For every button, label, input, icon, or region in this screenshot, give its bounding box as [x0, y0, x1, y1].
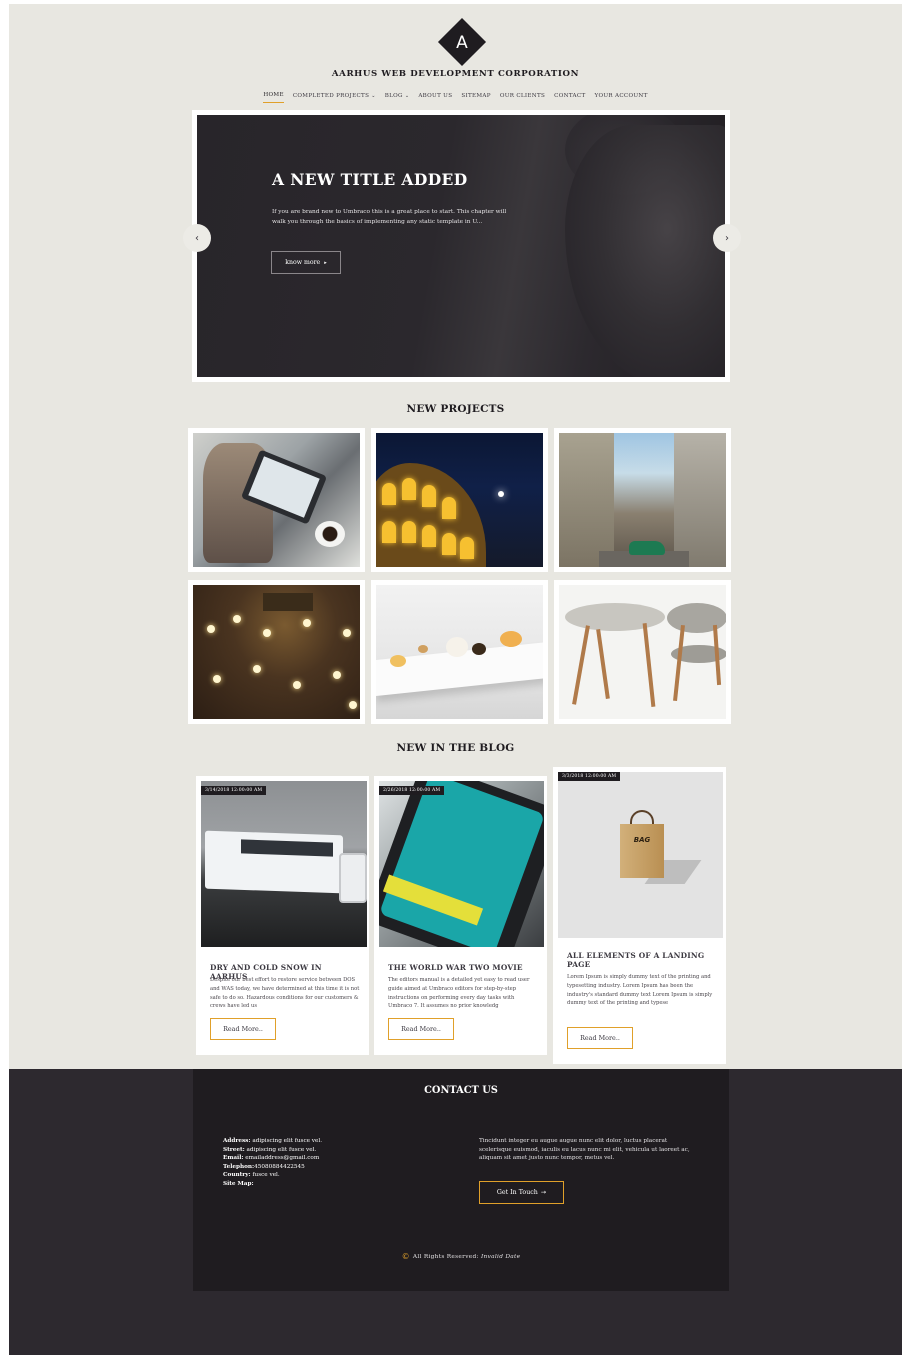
nav-home[interactable]: HOME [263, 92, 284, 103]
hero-slider: A NEW TITLE ADDED If you are brand new t… [192, 110, 730, 382]
blog-excerpt: The editors manual is a detailed yet eas… [388, 977, 530, 1010]
email-label: Email: [223, 1155, 244, 1162]
project-image-colosseum [376, 433, 543, 567]
street-value: adipiscing elit fusce vel. [246, 1146, 317, 1153]
project-image-tables [559, 585, 726, 719]
blog-card[interactable]: BAG 3/3/2018 12:00:00 AM ALL ELEMENTS OF… [553, 767, 726, 1064]
page-canvas: A AARHUS WEB DEVELOPMENT CORPORATION HOM… [9, 4, 902, 1355]
nav-our-clients[interactable]: OUR CLIENTS [500, 92, 545, 103]
blog-excerpt: Despite our best effort to restore servi… [210, 977, 360, 1010]
read-more-button[interactable]: Read More.. [567, 1027, 633, 1049]
nav-label: YOUR ACCOUNT [594, 92, 648, 99]
blog-image-phone [379, 781, 544, 947]
slide-background-cliff [565, 125, 725, 377]
telephone-value: 45080884422545 [254, 1163, 305, 1170]
projects-heading: NEW PROJECTS [406, 403, 505, 415]
nav-blog[interactable]: BLOG ⌄ [385, 92, 410, 103]
blog-card[interactable]: 2/26/2018 12:00:00 AM THE WORLD WAR TWO … [374, 776, 547, 1055]
project-image-food [376, 585, 543, 719]
address-label: Address: [223, 1138, 251, 1144]
slide-title: A NEW TITLE ADDED [272, 170, 468, 189]
project-image-concert [193, 585, 360, 719]
read-more-button[interactable]: Read More.. [388, 1018, 454, 1040]
know-more-label: know more [285, 259, 321, 266]
main-nav: HOME COMPLETED PROJECTS ⌄ BLOG ⌄ ABOUT US … [9, 92, 902, 103]
get-in-touch-button[interactable]: Get In Touch → [479, 1181, 564, 1204]
nav-contact[interactable]: CONTACT [554, 92, 585, 103]
nav-label: OUR CLIENTS [499, 92, 546, 99]
project-tile[interactable] [554, 580, 731, 724]
bag-label: BAG [633, 836, 651, 844]
date-badge: 2/26/2018 12:00:00 AM [379, 786, 445, 795]
blog-card[interactable]: 3/14/2018 12:00:00 AM DRY AND COLD SNOW … [196, 776, 369, 1055]
nav-label: SITEMAP [461, 92, 491, 99]
slide-text: If you are brand new to Umbraco this is … [272, 209, 507, 225]
chevron-right-icon: › [725, 232, 729, 244]
slider-next-button[interactable]: › [713, 224, 741, 252]
nav-label: HOME [263, 92, 284, 98]
nav-sitemap[interactable]: SITEMAP [461, 92, 491, 103]
street-label: Street: [223, 1146, 245, 1153]
slider-prev-button[interactable]: ‹ [183, 224, 211, 252]
project-image-tablet [193, 433, 360, 567]
copyright: © All Rights Reserved: Invalid Date [193, 1252, 729, 1261]
get-in-touch-label: Get In Touch [496, 1189, 538, 1196]
nav-label: BLOG [384, 92, 403, 99]
chevron-down-icon: ⌄ [371, 92, 376, 99]
project-tile[interactable] [188, 580, 365, 724]
chevron-left-icon: ‹ [195, 232, 199, 244]
blog-image-bag: BAG [558, 772, 723, 938]
address-value: adipiscing elit fusce vel. [252, 1138, 323, 1144]
copyright-icon: © [401, 1252, 410, 1261]
country-value: fusce vel. [252, 1172, 280, 1179]
blog-title[interactable]: ALL ELEMENTS OF A LANDING PAGE [567, 951, 707, 969]
project-tile[interactable] [371, 580, 548, 724]
nav-label: ABOUT US [418, 92, 453, 99]
blog-heading: NEW IN THE BLOG [396, 742, 515, 754]
know-more-button[interactable]: know more ▸ [271, 251, 341, 274]
nav-about-us[interactable]: ABOUT US [418, 92, 452, 103]
project-image-street [559, 433, 726, 567]
email-link[interactable]: emailaddress@gmail.com [245, 1155, 319, 1161]
nav-label: COMPLETED PROJECTS [292, 92, 370, 99]
logo-letter[interactable]: A [445, 28, 479, 58]
country-label: Country: [223, 1172, 251, 1179]
contact-details: Address: adipiscing elit fusce vel. Stre… [223, 1137, 322, 1189]
contact-footer: CONTACT US Address: adipiscing elit fusc… [193, 1069, 729, 1291]
chevron-down-icon: ⌄ [404, 92, 410, 99]
telephone-label: Telephon: [223, 1163, 255, 1170]
sitemap-link[interactable]: Site Map: [223, 1181, 254, 1187]
blog-image-laptop [201, 781, 367, 947]
date-badge: 3/14/2018 12:00:00 AM [201, 786, 267, 795]
footer-title: CONTACT US [424, 1085, 498, 1096]
footer-text: Tincidunt integer eu augue augue nunc el… [479, 1138, 690, 1162]
nav-your-account[interactable]: YOUR ACCOUNT [595, 92, 648, 103]
arrow-right-icon: → [540, 1189, 547, 1196]
caret-right-icon: ▸ [324, 259, 327, 266]
nav-label: CONTACT [554, 92, 586, 99]
project-tile[interactable] [371, 428, 548, 572]
blog-excerpt: Lorem Ipsum is simply dummy text of the … [567, 974, 713, 1007]
project-tile[interactable] [554, 428, 731, 572]
date-badge: 3/3/2018 12:00:00 AM [558, 772, 621, 781]
read-more-button[interactable]: Read More.. [210, 1018, 276, 1040]
blog-title[interactable]: THE WORLD WAR TWO MOVIE [388, 963, 538, 973]
site-title[interactable]: AARHUS WEB DEVELOPMENT CORPORATION [9, 69, 902, 79]
copyright-text: All Rights Reserved: [412, 1254, 479, 1260]
copyright-date: Invalid Date [480, 1254, 521, 1260]
nav-completed-projects[interactable]: COMPLETED PROJECTS ⌄ [293, 92, 376, 103]
hero-slide: A NEW TITLE ADDED If you are brand new t… [197, 115, 725, 377]
project-tile[interactable] [188, 428, 365, 572]
